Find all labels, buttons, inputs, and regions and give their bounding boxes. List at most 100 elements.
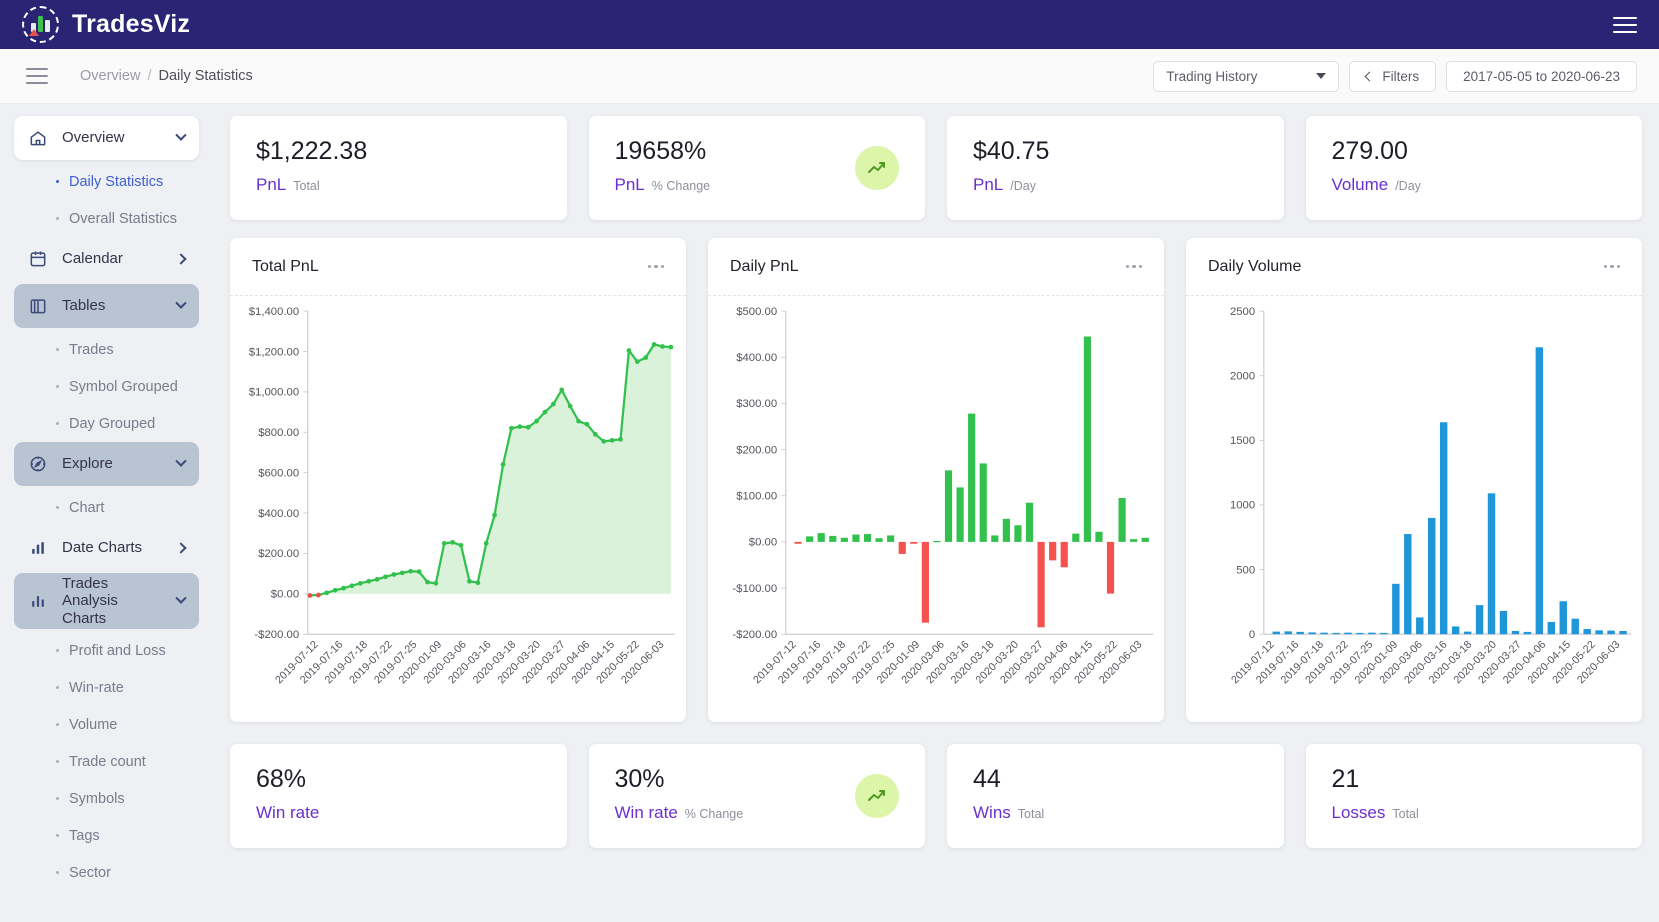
stat-metric: Losses <box>1332 803 1386 823</box>
svg-text:$200.00: $200.00 <box>736 444 777 456</box>
sidebar-item-day-grouped[interactable]: Day Grouped <box>14 405 199 442</box>
chart-area[interactable]: 250020001500100050002019-07-122019-07-16… <box>1186 296 1642 722</box>
sidebar-item-label: Chart <box>69 500 104 516</box>
chevron-right-icon <box>175 542 186 553</box>
breadcrumb: Overview / Daily Statistics <box>80 68 253 84</box>
calendar-icon <box>28 249 48 269</box>
more-options-icon[interactable] <box>1604 265 1621 269</box>
svg-text:$500.00: $500.00 <box>736 306 777 318</box>
sidebar-item-symbols[interactable]: Symbols <box>14 780 199 817</box>
sidebar-toggle-icon[interactable] <box>26 63 48 89</box>
bullet-icon <box>56 180 59 183</box>
stat-card-pnl-pct-change: 19658% PnL % Change <box>589 116 926 220</box>
stat-card-volume-per-day: 279.00 Volume /Day <box>1306 116 1643 220</box>
home-icon <box>28 128 48 148</box>
brand-name: TradesViz <box>72 10 190 39</box>
sidebar-item-trades-analysis-charts[interactable]: Trades Analysis Charts <box>14 573 199 629</box>
sidebar-item-tables[interactable]: Tables <box>14 284 199 328</box>
account-select[interactable]: Trading History <box>1153 61 1339 92</box>
stat-metric: Volume <box>1332 175 1389 195</box>
bar-chart-icon <box>28 538 48 558</box>
breadcrumb-parent[interactable]: Overview <box>80 68 140 84</box>
svg-text:$400.00: $400.00 <box>258 508 299 520</box>
svg-text:-$100.00: -$100.00 <box>732 583 777 595</box>
svg-text:500: 500 <box>1236 564 1255 576</box>
breadcrumb-bar: Overview / Daily Statistics Trading Hist… <box>0 49 1659 104</box>
bar-chart-icon <box>28 591 48 611</box>
stat-card-win-rate-pct-change: 30% Win rate % Change <box>589 744 926 848</box>
bullet-icon <box>56 834 59 837</box>
brand[interactable]: TradesViz <box>22 6 190 43</box>
app-header: TradesViz <box>0 0 1659 49</box>
more-options-icon[interactable] <box>1126 265 1143 269</box>
stat-value: 21 <box>1332 766 1617 794</box>
sidebar-item-chart[interactable]: Chart <box>14 489 199 526</box>
sidebar-item-date-charts[interactable]: Date Charts <box>14 526 199 570</box>
sidebar-item-label: Profit and Loss <box>69 643 166 659</box>
top-stats-row: $1,222.38 PnL Total 19658% PnL % Change <box>230 116 1642 220</box>
sidebar-item-daily-statistics[interactable]: Daily Statistics <box>14 163 199 200</box>
stat-card-wins-total: 44 Wins Total <box>947 744 1284 848</box>
more-options-icon[interactable] <box>648 265 665 269</box>
sidebar-item-volume[interactable]: Volume <box>14 706 199 743</box>
sidebar-item-profit-and-loss[interactable]: Profit and Loss <box>14 632 199 669</box>
sidebar-item-explore[interactable]: Explore <box>14 442 199 486</box>
sidebar-item-label: Overview <box>62 129 163 146</box>
sidebar-item-win-rate[interactable]: Win-rate <box>14 669 199 706</box>
chart-area[interactable]: $500.00$400.00$300.00$200.00$100.00$0.00… <box>708 296 1164 722</box>
bullet-icon <box>56 385 59 388</box>
sidebar-item-trade-count[interactable]: Trade count <box>14 743 199 780</box>
chart-title: Total PnL <box>252 258 319 276</box>
trend-up-icon <box>855 146 899 190</box>
svg-text:$400.00: $400.00 <box>736 352 777 364</box>
sidebar-item-label: Symbols <box>69 791 125 807</box>
chart-card-daily-pnl: Daily PnL $500.00$400.00$300.00$200.00$1… <box>708 238 1164 722</box>
hamburger-menu-icon[interactable] <box>1613 12 1637 38</box>
svg-text:1000: 1000 <box>1230 500 1255 512</box>
svg-text:$600.00: $600.00 <box>258 467 299 479</box>
bullet-icon <box>56 686 59 689</box>
compass-icon <box>28 454 48 474</box>
chevron-left-icon <box>1365 71 1375 81</box>
sidebar-item-tags[interactable]: Tags <box>14 817 199 854</box>
stat-unit: % Change <box>685 807 743 821</box>
svg-text:-$200.00: -$200.00 <box>254 629 299 641</box>
stat-unit: % Change <box>652 179 710 193</box>
filters-button[interactable]: Filters <box>1349 61 1436 92</box>
table-icon <box>28 296 48 316</box>
sidebar-item-label: Tags <box>69 828 100 844</box>
sidebar-item-label: Trade count <box>69 754 146 770</box>
sidebar-item-calendar[interactable]: Calendar <box>14 237 199 281</box>
bullet-icon <box>56 797 59 800</box>
bullet-icon <box>56 348 59 351</box>
svg-text:$200.00: $200.00 <box>258 548 299 560</box>
bullet-icon <box>56 723 59 726</box>
sidebar-item-label: Date Charts <box>62 539 163 556</box>
filters-label: Filters <box>1382 69 1419 84</box>
svg-text:$800.00: $800.00 <box>258 427 299 439</box>
sidebar-item-label: Trades Analysis Charts <box>62 575 163 627</box>
sidebar-item-label: Sector <box>69 865 111 881</box>
chart-title: Daily Volume <box>1208 258 1301 276</box>
sidebar-item-trades[interactable]: Trades <box>14 331 199 368</box>
sidebar-item-sector[interactable]: Sector <box>14 854 199 891</box>
stat-metric: Win rate <box>615 803 678 823</box>
stat-value: 68% <box>256 766 541 794</box>
sidebar-item-overview[interactable]: Overview <box>14 116 199 160</box>
svg-text:$300.00: $300.00 <box>736 398 777 410</box>
svg-text:$0.00: $0.00 <box>271 589 299 601</box>
sidebar-item-label: Daily Statistics <box>69 174 163 190</box>
sidebar-item-symbol-grouped[interactable]: Symbol Grouped <box>14 368 199 405</box>
stat-value: 279.00 <box>1332 138 1617 166</box>
chart-area[interactable]: $1,400.00$1,200.00$1,000.00$800.00$600.0… <box>230 296 686 722</box>
sidebar-item-label: Symbol Grouped <box>69 379 178 395</box>
stat-value: 44 <box>973 766 1258 794</box>
stat-card-pnl-total: $1,222.38 PnL Total <box>230 116 567 220</box>
stat-unit: Total <box>1018 807 1044 821</box>
sidebar-item-overall-statistics[interactable]: Overall Statistics <box>14 200 199 237</box>
stat-unit: /Day <box>1395 179 1421 193</box>
sidebar-item-label: Day Grouped <box>69 416 155 432</box>
bottom-stats-row: 68% Win rate 30% Win rate % Change <box>230 744 1642 848</box>
date-range-button[interactable]: 2017-05-05 to 2020-06-23 <box>1446 61 1637 92</box>
svg-text:-$200.00: -$200.00 <box>732 629 777 641</box>
